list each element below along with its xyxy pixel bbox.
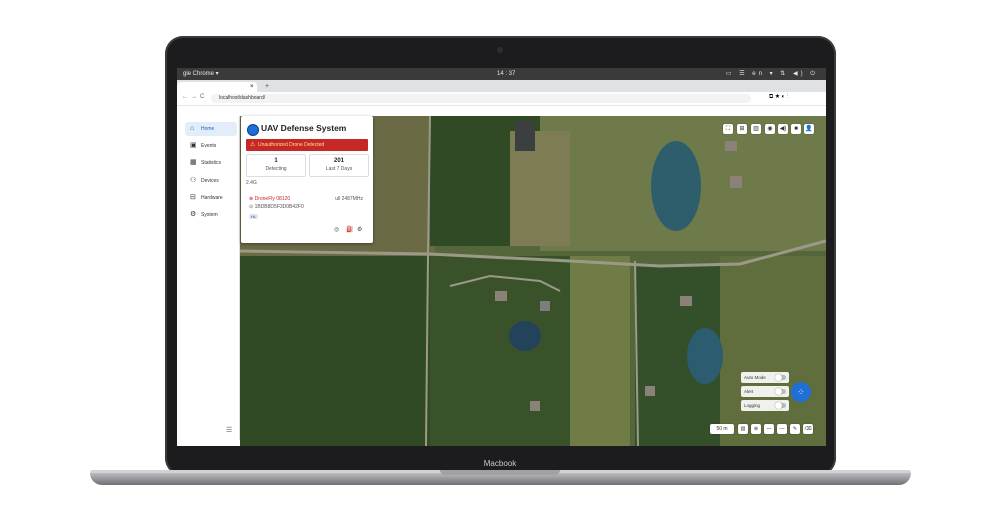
tab-close-icon[interactable]: × (250, 82, 254, 92)
last-7-days-stat[interactable]: 201 Last 7 Days (309, 154, 369, 177)
gear-icon: ⚙ (190, 211, 197, 218)
sidebar-item-label: Home (201, 126, 215, 132)
last-7-days-label: Last 7 Days (325, 166, 353, 172)
drone-settings-icon[interactable]: ⚙ (357, 226, 362, 233)
address-bar-row: ← → C localhost/dashboard/ ⧉ ★ ◐ ⋮ (177, 92, 826, 106)
sidebar-item-events[interactable]: ▣ Events (185, 139, 237, 153)
url-field[interactable]: localhost/dashboard/ (211, 94, 751, 103)
dashboard-panel: UAV Defense System ⚠ Unauthorized Drone … (241, 116, 373, 243)
sidebar-item-hardware[interactable]: ⊟ Hardware (185, 191, 237, 205)
detecting-stat[interactable]: 1 Detecting (246, 154, 306, 177)
auto-mode-label: Auto Mode (744, 375, 766, 380)
zoom-out-button[interactable]: — (764, 424, 774, 434)
os-top-bar: gle Chrome ▾ 14 : 37 ▭ ☰ en ▾ ⇅ ◀) ⏻ (177, 68, 826, 80)
back-button[interactable]: ← (182, 94, 188, 100)
detecting-label: Detecting (265, 166, 287, 172)
stop-button[interactable]: ■ (791, 124, 801, 134)
drone-name: ⊗ DroneFly 08120 (249, 196, 291, 202)
sidebar-item-label: Devices (201, 178, 219, 184)
clock[interactable]: 14 : 37 (497, 68, 515, 80)
drone-signal: ull 2487MHz (335, 196, 363, 202)
page-title: UAV Defense System (261, 123, 347, 133)
sidebar-item-label: System (201, 212, 218, 218)
forward-button[interactable]: → (191, 94, 197, 100)
drone-tag: HL (249, 214, 258, 219)
laptop-brand: Macbook (483, 459, 517, 468)
logging-toggle[interactable]: Logging (741, 400, 789, 411)
locate-drone-icon[interactable]: ◎ (334, 226, 339, 233)
system-tray[interactable]: ▭ ☰ en ▾ ⇅ ◀) ⏻ (726, 68, 818, 80)
measure-button[interactable]: — (777, 424, 787, 434)
map-scale: 50 m (710, 424, 734, 434)
sidebar-item-system[interactable]: ⚙ System (185, 208, 237, 222)
browser-tab-bar: × + (177, 80, 826, 92)
camera (497, 47, 503, 53)
sidebar-item-home[interactable]: ⌂ Home (185, 122, 237, 136)
toggle-switch[interactable] (775, 402, 786, 409)
alert-toggle[interactable]: Alert (741, 386, 789, 397)
alert-label: Alert (744, 389, 754, 394)
screen: gle Chrome ▾ 14 : 37 ▭ ☰ en ▾ ⇅ ◀) ⏻ × +… (177, 68, 826, 446)
browser-extensions[interactable]: ⧉ ★ ◐ ⋮ (769, 94, 788, 101)
grid-button[interactable]: ▥ (751, 124, 761, 134)
toggle-switch[interactable] (775, 388, 786, 395)
sidebar-item-statistics[interactable]: ▦ Statistics (185, 156, 237, 170)
logging-label: Logging (744, 403, 761, 408)
app-sidebar: ⌂ Home ▣ Events ▦ Statistics ⚇ Devices ⊟… (183, 116, 240, 440)
sidebar-collapse-icon[interactable]: ☰ (226, 426, 232, 434)
band-section: 2.4G (246, 180, 257, 186)
user-button[interactable]: 👤 (804, 124, 814, 134)
events-icon: ▣ (190, 142, 197, 149)
last-7-days-count: 201 (333, 158, 344, 164)
fullscreen-button[interactable]: ⛶ (723, 124, 733, 134)
statistics-icon: ▦ (190, 159, 197, 166)
home-icon: ⌂ (190, 125, 195, 132)
alert-text: Unauthorized Drone Detected (258, 142, 325, 148)
drone-id: ⊙ 1BDB8D5F3D0B42F0 (249, 204, 304, 210)
sidebar-item-label: Hardware (201, 195, 223, 201)
alert-banner[interactable]: ⚠ Unauthorized Drone Detected (246, 139, 368, 151)
hardware-icon: ⊟ (190, 194, 196, 201)
sidebar-item-label: Statistics (201, 160, 222, 166)
active-app[interactable]: gle Chrome ▾ (183, 68, 219, 80)
toggle-switch[interactable] (775, 374, 786, 381)
zoom-in-button[interactable]: ⊕ (751, 424, 761, 434)
logo-icon (247, 124, 259, 136)
drone-list-item[interactable]: ⊗ DroneFly 08120 ull 2487MHz (249, 196, 367, 202)
draw-button[interactable]: ✎ (790, 424, 800, 434)
warning-icon: ⚠ (250, 142, 256, 148)
basemap-button[interactable]: ▥ (738, 424, 748, 434)
browser-tab[interactable] (177, 82, 257, 92)
sound-button[interactable]: ◀) (778, 124, 788, 134)
laptop-notch (440, 470, 560, 475)
camera-button[interactable]: ◉ (765, 124, 775, 134)
auto-mode-toggle[interactable]: Auto Mode (741, 372, 789, 383)
sidebar-item-devices[interactable]: ⚇ Devices (185, 174, 237, 188)
sidebar-item-label: Events (201, 143, 217, 149)
detecting-count: 1 (274, 158, 278, 164)
new-tab-button[interactable]: + (265, 82, 269, 92)
action-fab[interactable]: ⁘ (791, 382, 811, 402)
reload-button[interactable]: C (200, 94, 204, 100)
drone-report-icon[interactable]: ⛽ (346, 226, 353, 233)
layers-button[interactable]: ⊞ (737, 124, 747, 134)
clear-button[interactable]: ⌫ (803, 424, 813, 434)
devices-icon: ⚇ (190, 177, 197, 184)
